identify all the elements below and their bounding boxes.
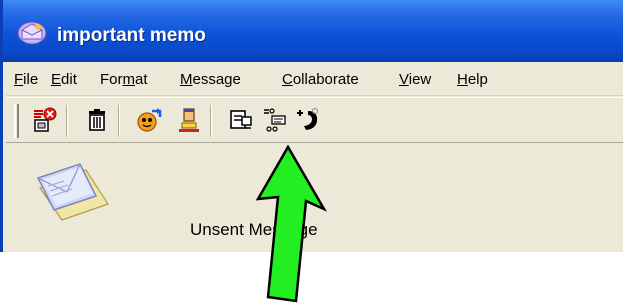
arrow-shape — [255, 145, 328, 303]
toolbar-separator — [66, 105, 68, 137]
cancel-message-icon[interactable] — [30, 105, 60, 135]
menu-view[interactable]: View — [399, 71, 431, 88]
edit-message-icon[interactable] — [226, 105, 256, 135]
toolbar-grip[interactable] — [14, 104, 19, 138]
window-title: important memo — [57, 25, 206, 46]
toolbar-separator — [118, 105, 120, 137]
menu-help[interactable]: Help — [457, 71, 488, 88]
envelope-icon — [34, 160, 112, 222]
send-receive-icon[interactable] — [134, 105, 164, 135]
collaborate-icon[interactable] — [260, 105, 290, 135]
menu-format[interactable]: Format — [100, 71, 148, 88]
title-bar[interactable]: important memo — [3, 0, 623, 62]
message-app-icon — [17, 21, 47, 45]
menu-file[interactable]: File — [14, 71, 38, 88]
menu-message[interactable]: Message — [180, 71, 241, 88]
menu-collaborate[interactable]: Collaborate — [282, 71, 359, 88]
call-icon[interactable] — [294, 105, 324, 135]
toolbar-separator — [210, 105, 212, 137]
user-icon[interactable] — [174, 105, 204, 135]
delete-icon[interactable] — [82, 105, 112, 135]
toolbar — [6, 97, 623, 143]
menu-bar: File Edit Format Message Collaborate Vie… — [6, 62, 623, 96]
annotation-arrow — [255, 145, 328, 303]
menu-edit[interactable]: Edit — [51, 71, 77, 88]
